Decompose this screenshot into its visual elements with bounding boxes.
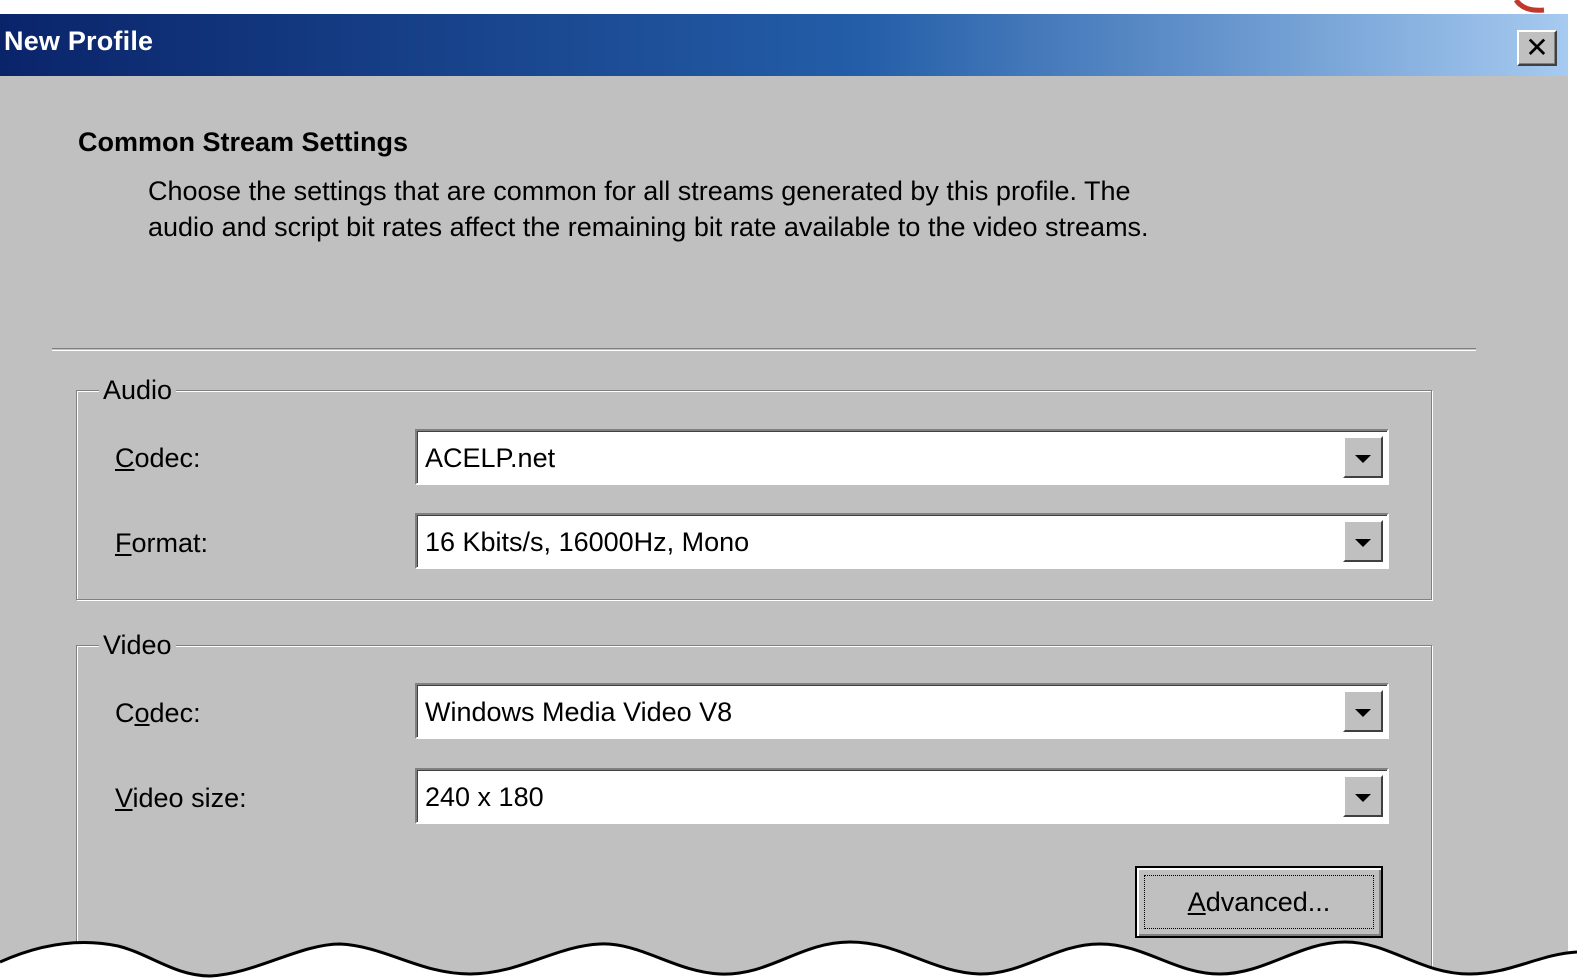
title-bar[interactable]: New Profile ✕ <box>0 14 1568 76</box>
video-size-select[interactable]: 240 x 180 <box>415 768 1389 824</box>
window-title: New Profile <box>4 26 154 56</box>
video-size-label-text: ideo size: <box>132 783 247 813</box>
audio-group-legend: Audio <box>99 375 177 405</box>
audio-group: Audio Codec: ACELP.net Format: 16 Kbits/… <box>76 375 1432 600</box>
video-codec-label: Codec: <box>115 698 201 729</box>
chevron-down-icon <box>1355 709 1371 717</box>
video-codec-label-text: dec: <box>149 698 201 728</box>
separator <box>52 348 1476 351</box>
advanced-mnemonic: A <box>1187 886 1206 917</box>
video-size-dropdown-button[interactable] <box>1343 775 1383 817</box>
video-codec-mnemonic: o <box>134 698 150 728</box>
advanced-label-text: dvanced... <box>1205 886 1331 917</box>
section-heading: Common Stream Settings <box>78 127 409 157</box>
video-group: Video Codec: Windows Media Video V8 Vide… <box>76 630 1432 980</box>
video-codec-select[interactable]: Windows Media Video V8 <box>415 683 1389 739</box>
chevron-down-icon <box>1355 455 1371 463</box>
audio-codec-value: ACELP.net <box>425 443 556 473</box>
audio-format-label-text: ormat: <box>131 528 209 558</box>
audio-format-dropdown-button[interactable] <box>1343 520 1383 562</box>
video-codec-dropdown-button[interactable] <box>1343 690 1383 732</box>
close-button[interactable]: ✕ <box>1517 30 1557 66</box>
audio-codec-select[interactable]: ACELP.net <box>415 429 1389 485</box>
audio-codec-dropdown-button[interactable] <box>1343 436 1383 478</box>
video-codec-value: Windows Media Video V8 <box>425 697 733 727</box>
audio-codec-label: Codec: <box>115 443 201 474</box>
torn-edge-wave <box>0 940 1577 980</box>
audio-format-label: Format: <box>115 528 208 559</box>
advanced-button[interactable]: Advanced... <box>1135 866 1383 938</box>
screenshot-stage: New Profile ✕ Common Stream Settings Cho… <box>0 0 1577 980</box>
video-size-mnemonic: V <box>115 783 133 813</box>
video-size-label: Video size: <box>115 783 247 814</box>
audio-codec-mnemonic: C <box>115 443 135 473</box>
chevron-down-icon <box>1355 794 1371 802</box>
advanced-button-label: Advanced... <box>1188 887 1331 918</box>
audio-codec-label-text: odec: <box>134 443 201 473</box>
video-codec-label-pre: C <box>115 698 135 728</box>
audio-format-mnemonic: F <box>115 528 132 558</box>
section-description: Choose the settings that are common for … <box>148 176 1149 242</box>
audio-format-select[interactable]: 16 Kbits/s, 16000Hz, Mono <box>415 513 1389 569</box>
close-icon: ✕ <box>1525 32 1549 63</box>
audio-format-value: 16 Kbits/s, 16000Hz, Mono <box>425 527 750 557</box>
red-corner-mark <box>1513 0 1545 13</box>
video-size-value: 240 x 180 <box>425 782 544 812</box>
video-group-legend: Video <box>99 630 176 660</box>
new-profile-dialog: New Profile ✕ Common Stream Settings Cho… <box>0 14 1568 980</box>
chevron-down-icon <box>1355 539 1371 547</box>
